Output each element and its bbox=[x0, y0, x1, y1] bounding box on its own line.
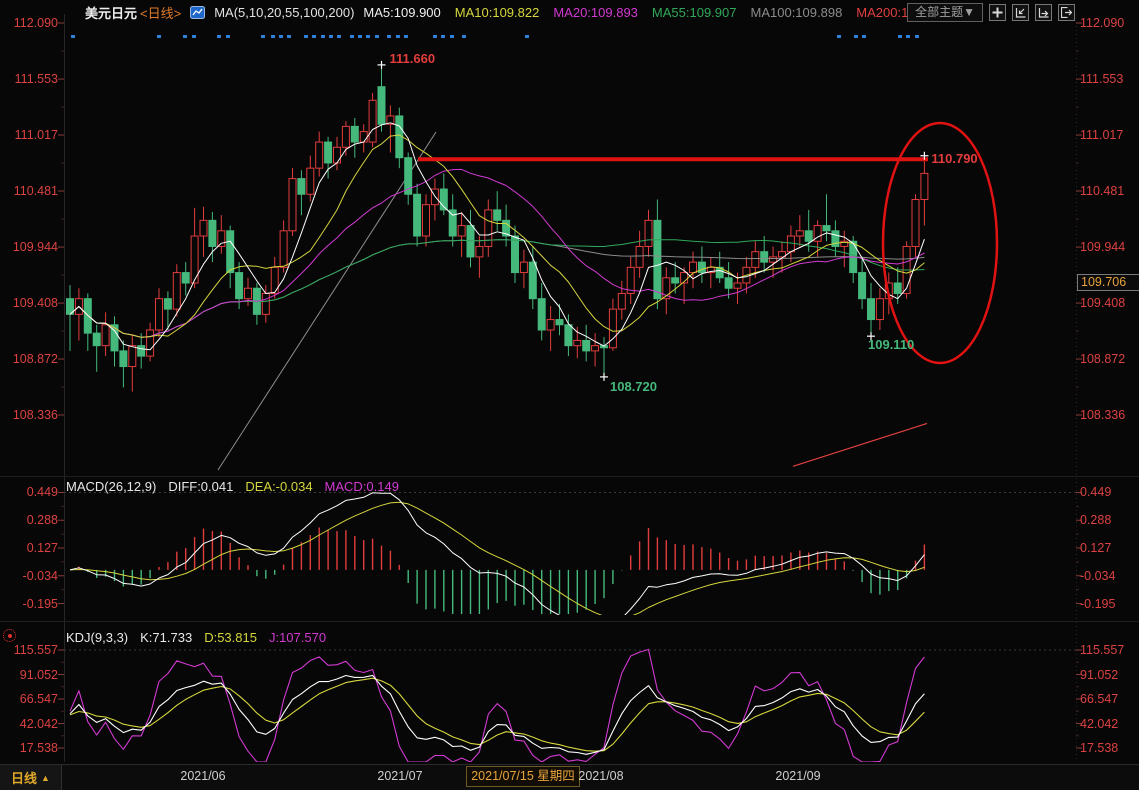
axis-label-right: 0.449 bbox=[1080, 485, 1111, 499]
axis-label-left: -0.195 bbox=[0, 597, 58, 611]
pan-icon bbox=[992, 7, 1003, 18]
axis-label-left: 109.944 bbox=[0, 240, 58, 254]
axis-label-right: 108.872 bbox=[1080, 352, 1125, 366]
ma-value-0: MA5:109.900 bbox=[363, 5, 440, 20]
axis-label-right: -0.195 bbox=[1080, 597, 1115, 611]
axis-label-left: 66.547 bbox=[0, 692, 58, 706]
axis-label-right: 109.944 bbox=[1080, 240, 1125, 254]
ma-value-1: MA10:109.822 bbox=[455, 5, 540, 20]
axis-label-left: 108.336 bbox=[0, 408, 58, 422]
indicator-marker-icon[interactable] bbox=[3, 629, 16, 642]
kdj-k-value: K:71.733 bbox=[140, 630, 192, 645]
axis-label-left: 42.042 bbox=[0, 717, 58, 731]
symbol-name: 美元日元 bbox=[85, 3, 137, 22]
price-annotation: 109.110 bbox=[868, 337, 914, 352]
axis-label-right: 0.127 bbox=[1080, 541, 1111, 555]
axis-label-left: 109.408 bbox=[0, 296, 58, 310]
axis-label-left: 91.052 bbox=[0, 668, 58, 682]
axis-label-right: 42.042 bbox=[1080, 717, 1118, 731]
period-tag: <日线> bbox=[140, 3, 181, 22]
axis-label-right: 91.052 bbox=[1080, 668, 1118, 682]
axis-label-left: -0.034 bbox=[0, 569, 58, 583]
theme-dropdown-button[interactable]: 全部主题▼ bbox=[907, 3, 983, 22]
zoom-in-period-button[interactable] bbox=[1035, 4, 1052, 21]
pan-tool-button[interactable] bbox=[989, 4, 1006, 21]
axis-label-right: 111.017 bbox=[1080, 128, 1123, 142]
axis-label-right: 108.336 bbox=[1080, 408, 1125, 422]
axis-label-left: 17.538 bbox=[0, 741, 58, 755]
axis-label-right: 112.090 bbox=[1080, 16, 1124, 30]
zoom-in-period-icon bbox=[1038, 7, 1049, 18]
axis-label-right: 110.481 bbox=[1080, 184, 1124, 198]
axis-label-right: -0.034 bbox=[1080, 569, 1115, 583]
crosshair-price-label: 109.706 bbox=[1077, 274, 1139, 291]
ma-value-4: MA100:109.898 bbox=[751, 5, 843, 20]
price-annotation: 111.660 bbox=[390, 51, 436, 66]
date-label: 2021/07 bbox=[377, 769, 422, 783]
period-selector[interactable]: 日线 ▲ bbox=[0, 764, 62, 790]
price-annotation: 108.720 bbox=[610, 379, 657, 394]
macd-dea-value: DEA:-0.034 bbox=[245, 479, 312, 494]
chart-canvas bbox=[0, 0, 1139, 790]
price-annotation: 110.790 bbox=[931, 151, 977, 166]
macd-diff-value: DIFF:0.041 bbox=[168, 479, 233, 494]
kdj-j-value: J:107.570 bbox=[269, 630, 326, 645]
ma-value-3: MA55:109.907 bbox=[652, 5, 737, 20]
kdj-d-value: D:53.815 bbox=[204, 630, 257, 645]
macd-title: MACD(26,12,9) bbox=[66, 479, 156, 494]
zoom-out-period-button[interactable] bbox=[1012, 4, 1029, 21]
axis-label-right: 0.288 bbox=[1080, 513, 1111, 527]
crosshair-date-label: 2021/07/15 星期四 bbox=[466, 766, 580, 787]
macd-macd-value: MACD:0.149 bbox=[325, 479, 399, 494]
axis-label-right: 66.547 bbox=[1080, 692, 1118, 706]
exit-chart-button[interactable] bbox=[1058, 4, 1075, 21]
ma-value-2: MA20:109.893 bbox=[553, 5, 638, 20]
axis-label-left: 111.017 bbox=[0, 128, 58, 142]
axis-label-left: 0.127 bbox=[0, 541, 58, 555]
date-label: 2021/09 bbox=[775, 769, 820, 783]
axis-label-right: 109.408 bbox=[1080, 296, 1125, 310]
axis-label-left: 0.449 bbox=[0, 485, 58, 499]
date-label: 2021/08 bbox=[578, 769, 623, 783]
axis-label-left: 115.557 bbox=[0, 643, 58, 657]
period-label: 日线 bbox=[11, 768, 37, 787]
kdj-panel-header: KDJ(9,3,3) K:71.733 D:53.815 J:107.570 bbox=[66, 630, 326, 645]
date-label: 2021/06 bbox=[180, 769, 225, 783]
ma-config-label: MA(5,10,20,55,100,200) bbox=[214, 5, 354, 20]
header-controls: 全部主题▼ bbox=[907, 3, 1075, 22]
zoom-out-period-icon bbox=[1015, 7, 1026, 18]
axis-label-left: 108.872 bbox=[0, 352, 58, 366]
axis-label-left: 112.090 bbox=[0, 16, 58, 30]
axis-label-right: 115.557 bbox=[1080, 643, 1124, 657]
axis-label-left: 111.553 bbox=[0, 72, 58, 86]
chevron-up-icon: ▲ bbox=[41, 773, 50, 783]
exit-icon bbox=[1061, 7, 1072, 18]
axis-label-left: 0.288 bbox=[0, 513, 58, 527]
axis-label-right: 17.538 bbox=[1080, 741, 1118, 755]
macd-panel-header: MACD(26,12,9) DIFF:0.041 DEA:-0.034 MACD… bbox=[66, 479, 399, 494]
axis-label-left: 110.481 bbox=[0, 184, 58, 198]
ma-values: MA5:109.900 MA10:109.822 MA20:109.893 MA55:… bbox=[363, 5, 948, 20]
line-chart-icon[interactable] bbox=[190, 5, 205, 20]
kdj-title: KDJ(9,3,3) bbox=[66, 630, 128, 645]
axis-label-right: 111.553 bbox=[1080, 72, 1123, 86]
chart-plot-area[interactable] bbox=[0, 0, 1139, 790]
chart-window: 美元日元 <日线> MA(5,10,20,55,100,200) MA5:109… bbox=[0, 0, 1139, 790]
